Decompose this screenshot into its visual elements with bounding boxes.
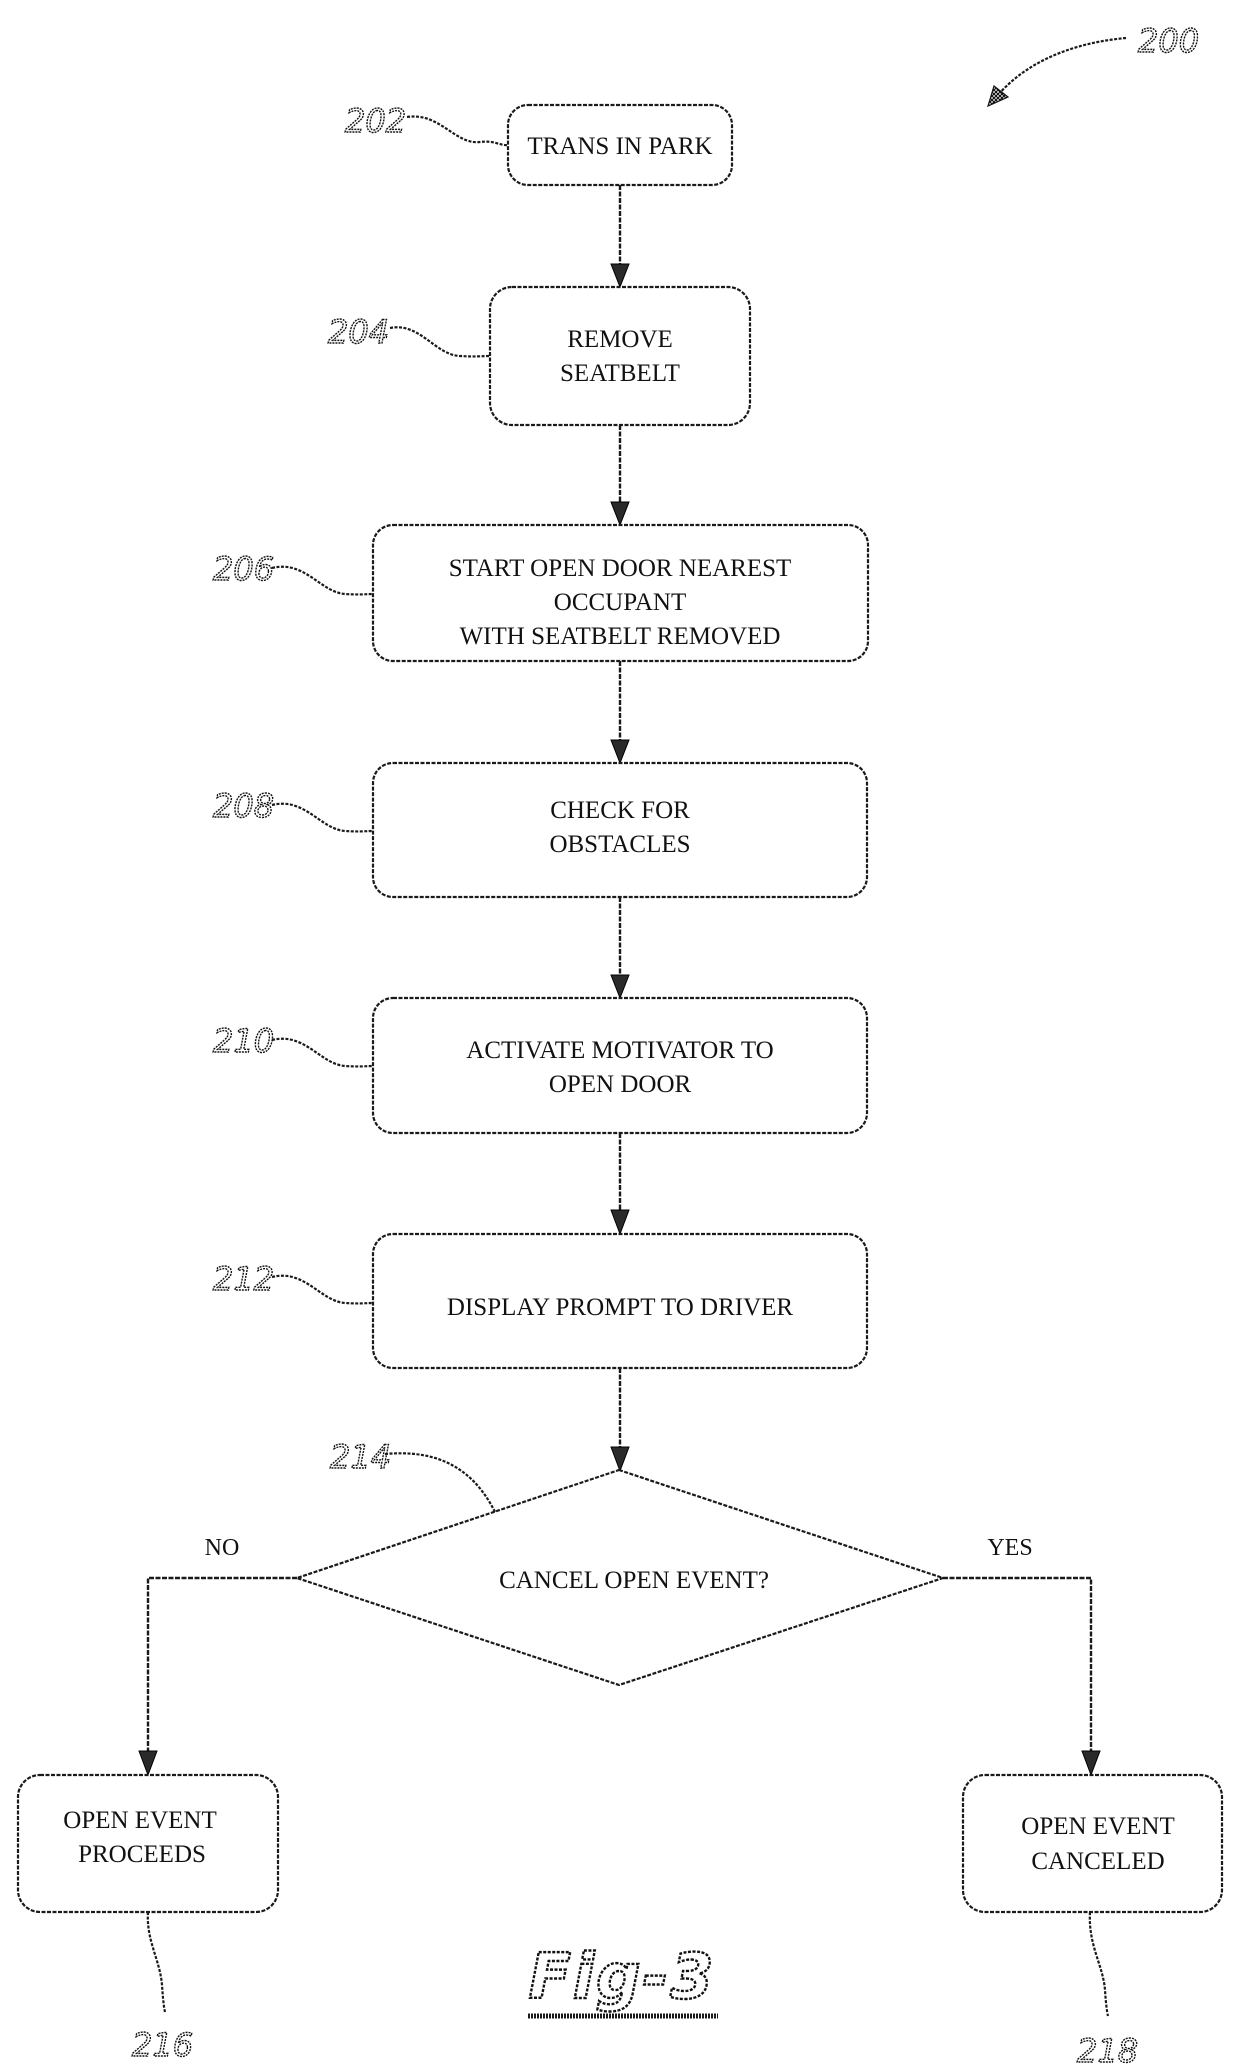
arrowhead-icon — [138, 1750, 158, 1777]
edge-208-210 — [610, 897, 630, 1000]
step-text-line: DISPLAY PROMPT TO DRIVER — [447, 1294, 793, 1321]
outcome-ref-number: 218 — [1077, 2032, 1138, 2070]
figure-caption-text: Fig-3 — [529, 1940, 716, 2013]
arrowhead-icon — [610, 1209, 630, 1236]
step-display-prompt: DISPLAY PROMPT TO DRIVER 212 — [212, 1232, 869, 1370]
edge-206-208 — [610, 661, 630, 765]
step-ref-leader — [389, 326, 491, 358]
step-text-line: OPEN DOOR — [549, 1071, 692, 1098]
step-ref-number: 210 — [213, 1022, 274, 1060]
step-remove-seatbelt: REMOVE SEATBELT 204 — [327, 285, 752, 427]
arrowhead-icon — [610, 739, 630, 765]
step-text-line: CHECK FOR — [550, 797, 690, 824]
step-text-line: TRANS IN PARK — [527, 133, 712, 160]
step-ref-number: 212 — [213, 1260, 274, 1298]
step-text-line: OBSTACLES — [549, 831, 690, 858]
step-activate-motivator: ACTIVATE MOTIVATOR TO OPEN DOOR 210 — [212, 996, 869, 1135]
figure-ref-arrowhead-icon — [987, 84, 1010, 108]
outcome-open-event-proceeds: OPEN EVENT PROCEEDS 216 — [16, 1773, 280, 2065]
outcome-text-line: PROCEEDS — [78, 1841, 206, 1868]
step-box — [488, 285, 752, 427]
step-ref-leader — [271, 1274, 374, 1305]
step-box — [371, 761, 869, 899]
outcome-ref-leader — [1088, 1911, 1110, 2017]
outcome-box — [961, 1773, 1224, 1914]
arrowhead-icon — [610, 501, 630, 527]
arrowhead-icon — [610, 974, 630, 1000]
step-text-line: REMOVE — [567, 326, 673, 353]
step-text-line: OCCUPANT — [554, 589, 686, 616]
step-ref-number: 206 — [213, 550, 274, 588]
branch-no-label: NO — [205, 1535, 240, 1561]
figure-ref-number: 200 — [1138, 22, 1199, 60]
step-ref-leader — [271, 565, 374, 596]
arrowhead-icon — [610, 1446, 630, 1473]
flowchart-figure: 200 TRANS IN PARK 202 REMOVE SEATBELT 20… — [16, 21, 1224, 2071]
outcome-ref-leader — [146, 1911, 167, 2013]
step-start-open-door: START OPEN DOOR NEAREST OCCUPANT WITH SE… — [212, 523, 870, 663]
step-text-line: ACTIVATE MOTIVATOR TO — [466, 1037, 773, 1064]
edge-210-212 — [610, 1133, 630, 1236]
step-check-for-obstacles: CHECK FOR OBSTACLES 208 — [212, 761, 869, 899]
step-box — [371, 996, 869, 1135]
edge-204-206 — [610, 425, 630, 527]
step-ref-number: 202 — [345, 102, 406, 140]
outcome-text-line: CANCELED — [1031, 1848, 1164, 1875]
outcome-open-event-canceled: OPEN EVENT CANCELED 218 — [961, 1773, 1224, 2071]
step-ref-leader — [271, 1037, 374, 1068]
outcome-text-line: OPEN EVENT — [1021, 1813, 1174, 1840]
step-ref-leader — [406, 115, 509, 147]
step-ref-leader — [271, 802, 374, 833]
branch-no: NO — [138, 1535, 297, 1777]
arrowhead-icon — [1081, 1750, 1101, 1777]
step-text-line: WITH SEATBELT REMOVED — [460, 623, 781, 650]
outcome-text-line: OPEN EVENT — [63, 1807, 216, 1834]
figure-caption: Fig-3 — [527, 1939, 718, 2019]
decision-question: CANCEL OPEN EVENT? — [499, 1567, 769, 1594]
edge-202-204 — [610, 185, 630, 289]
step-ref-number: 208 — [213, 787, 274, 825]
step-trans-in-park: TRANS IN PARK 202 — [344, 101, 734, 187]
decision-cancel-open-event: CANCEL OPEN EVENT? 214 — [293, 1437, 947, 1687]
branch-yes: YES — [943, 1535, 1101, 1777]
decision-ref-leader — [384, 1452, 496, 1513]
decision-ref-number: 214 — [330, 1438, 391, 1476]
step-ref-number: 204 — [328, 313, 389, 351]
figure-ref-arrow-line — [997, 36, 1127, 96]
figure-reference: 200 — [987, 21, 1200, 108]
arrowhead-icon — [610, 263, 630, 289]
edge-212-214 — [610, 1368, 630, 1473]
outcome-ref-number: 216 — [132, 2026, 193, 2064]
step-text-line: START OPEN DOOR NEAREST — [449, 555, 792, 582]
branch-yes-label: YES — [987, 1535, 1032, 1561]
step-text-line: SEATBELT — [560, 360, 680, 387]
